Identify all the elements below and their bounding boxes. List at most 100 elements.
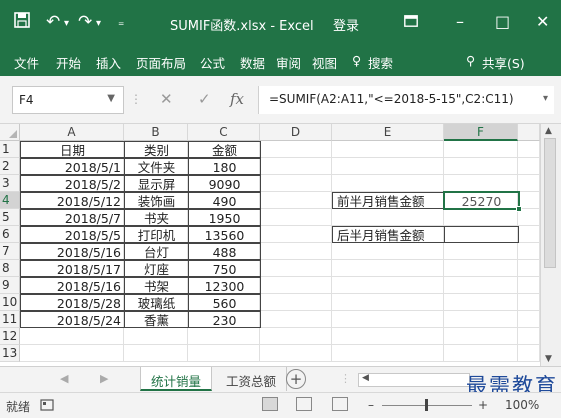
empty-cell[interactable] bbox=[518, 175, 540, 192]
page-layout-view-icon[interactable] bbox=[296, 397, 312, 411]
empty-cell[interactable] bbox=[332, 141, 444, 158]
column-header-g[interactable] bbox=[518, 124, 540, 141]
menu-data[interactable]: 数据 bbox=[240, 53, 265, 72]
redo-icon[interactable]: ↷ bbox=[78, 12, 92, 32]
column-header-d[interactable]: D bbox=[260, 124, 332, 141]
date-cell[interactable]: 2018/5/7 bbox=[20, 209, 125, 226]
row-header[interactable]: 5 bbox=[0, 209, 20, 226]
empty-cell[interactable] bbox=[332, 175, 444, 192]
category-cell[interactable]: 书架 bbox=[124, 277, 189, 294]
row-header[interactable]: 10 bbox=[0, 294, 20, 311]
vertical-scrollbar[interactable]: ▲ ▼ bbox=[540, 124, 561, 366]
search-box[interactable]: 搜索 bbox=[368, 53, 393, 72]
category-cell[interactable]: 灯座 bbox=[124, 260, 189, 277]
empty-cell[interactable] bbox=[444, 209, 518, 226]
empty-cell[interactable] bbox=[518, 294, 540, 311]
tab-sheet-salary[interactable]: 工资总额 bbox=[216, 367, 288, 391]
tab-sheet-sales[interactable]: 统计销量 bbox=[140, 367, 213, 391]
login-link[interactable]: 登录 bbox=[333, 15, 359, 34]
header-cell-category[interactable]: 类别 bbox=[124, 141, 189, 158]
header-cell-amount[interactable]: 金额 bbox=[188, 141, 261, 158]
row-header[interactable]: 12 bbox=[0, 328, 20, 345]
empty-cell[interactable] bbox=[332, 311, 444, 328]
sheet-next-icon[interactable]: ▶ bbox=[100, 372, 108, 385]
scroll-thumb[interactable] bbox=[544, 138, 556, 268]
empty-cell[interactable] bbox=[518, 345, 540, 362]
category-cell[interactable]: 书夹 bbox=[124, 209, 189, 226]
row-header[interactable]: 1 bbox=[0, 141, 20, 158]
formula-input[interactable]: =SUMIF(A2:A11,"<=2018-5-15",C2:C11) ▾ bbox=[258, 86, 554, 114]
empty-cell[interactable] bbox=[260, 141, 332, 158]
date-cell[interactable]: 2018/5/5 bbox=[20, 226, 125, 243]
amount-cell[interactable]: 12300 bbox=[188, 277, 261, 294]
empty-cell[interactable] bbox=[518, 226, 540, 243]
macro-record-icon[interactable] bbox=[40, 398, 54, 415]
empty-cell[interactable] bbox=[444, 175, 518, 192]
worksheet-grid[interactable]: A B C D E F 1 2 3 4 5 6 7 8 9 10 11 12 1… bbox=[0, 124, 540, 366]
empty-cell[interactable] bbox=[20, 345, 124, 362]
empty-cell[interactable] bbox=[124, 328, 188, 345]
menu-home[interactable]: 开始 bbox=[56, 53, 81, 72]
menu-view[interactable]: 视图 bbox=[312, 53, 337, 72]
enter-icon[interactable]: ✓ bbox=[198, 90, 211, 108]
empty-cell[interactable] bbox=[260, 158, 332, 175]
amount-cell[interactable]: 180 bbox=[188, 158, 261, 175]
empty-cell[interactable] bbox=[332, 260, 444, 277]
fx-icon[interactable]: fx bbox=[230, 90, 244, 108]
column-header-b[interactable]: B bbox=[124, 124, 188, 141]
row-header[interactable]: 8 bbox=[0, 260, 20, 277]
date-cell[interactable]: 2018/5/16 bbox=[20, 243, 125, 260]
zoom-in-button[interactable]: + bbox=[478, 398, 488, 412]
column-header-e[interactable]: E bbox=[332, 124, 444, 141]
empty-cell[interactable] bbox=[444, 158, 518, 175]
empty-cell[interactable] bbox=[260, 260, 332, 277]
date-cell[interactable]: 2018/5/16 bbox=[20, 277, 125, 294]
empty-cell[interactable] bbox=[444, 260, 518, 277]
name-box[interactable]: F4 ▼ bbox=[12, 86, 124, 114]
category-cell[interactable]: 装饰画 bbox=[124, 192, 189, 209]
empty-cell[interactable] bbox=[332, 328, 444, 345]
scroll-down-icon[interactable]: ▼ bbox=[545, 354, 552, 364]
zoom-out-button[interactable]: – bbox=[368, 398, 374, 412]
share-button[interactable]: 共享(S) bbox=[482, 53, 525, 72]
undo-dropdown-icon[interactable]: ▾ bbox=[64, 18, 69, 29]
empty-cell[interactable] bbox=[260, 209, 332, 226]
category-cell[interactable]: 显示屏 bbox=[124, 175, 189, 192]
add-sheet-button[interactable]: + bbox=[286, 369, 306, 389]
empty-cell[interactable] bbox=[260, 243, 332, 260]
tab-splitter[interactable]: ⋮ bbox=[340, 372, 351, 385]
menu-review[interactable]: 审阅 bbox=[276, 53, 301, 72]
amount-cell[interactable]: 750 bbox=[188, 260, 261, 277]
empty-cell[interactable] bbox=[260, 328, 332, 345]
date-cell[interactable]: 2018/5/12 bbox=[20, 192, 125, 209]
empty-cell[interactable] bbox=[518, 141, 540, 158]
empty-cell[interactable] bbox=[518, 277, 540, 294]
empty-cell[interactable] bbox=[124, 345, 188, 362]
empty-cell[interactable] bbox=[332, 277, 444, 294]
empty-cell[interactable] bbox=[260, 311, 332, 328]
empty-cell[interactable] bbox=[260, 294, 332, 311]
category-cell[interactable]: 玻璃纸 bbox=[124, 294, 189, 311]
empty-cell[interactable] bbox=[20, 328, 124, 345]
selected-cell-f4[interactable] bbox=[443, 191, 522, 212]
empty-cell[interactable] bbox=[518, 243, 540, 260]
date-cell[interactable]: 2018/5/28 bbox=[20, 294, 125, 311]
first-half-label[interactable]: 前半月销售金额 bbox=[332, 192, 445, 209]
chevron-down-icon[interactable]: ▼ bbox=[107, 93, 115, 104]
customize-icon[interactable]: ₌ bbox=[118, 15, 124, 29]
category-cell[interactable]: 打印机 bbox=[124, 226, 189, 243]
amount-cell[interactable]: 1950 bbox=[188, 209, 261, 226]
select-all-button[interactable] bbox=[0, 124, 20, 141]
fill-handle[interactable] bbox=[516, 206, 522, 212]
empty-cell[interactable] bbox=[188, 345, 260, 362]
amount-cell[interactable]: 560 bbox=[188, 294, 261, 311]
close-button[interactable]: ✕ bbox=[536, 12, 549, 31]
zoom-slider-thumb[interactable] bbox=[425, 399, 428, 411]
empty-cell[interactable] bbox=[518, 260, 540, 277]
page-break-view-icon[interactable] bbox=[332, 397, 348, 411]
menu-page-layout[interactable]: 页面布局 bbox=[136, 53, 186, 72]
row-header[interactable]: 13 bbox=[0, 345, 20, 362]
amount-cell[interactable]: 9090 bbox=[188, 175, 261, 192]
maximize-button[interactable]: □ bbox=[495, 12, 510, 31]
empty-cell[interactable] bbox=[444, 243, 518, 260]
